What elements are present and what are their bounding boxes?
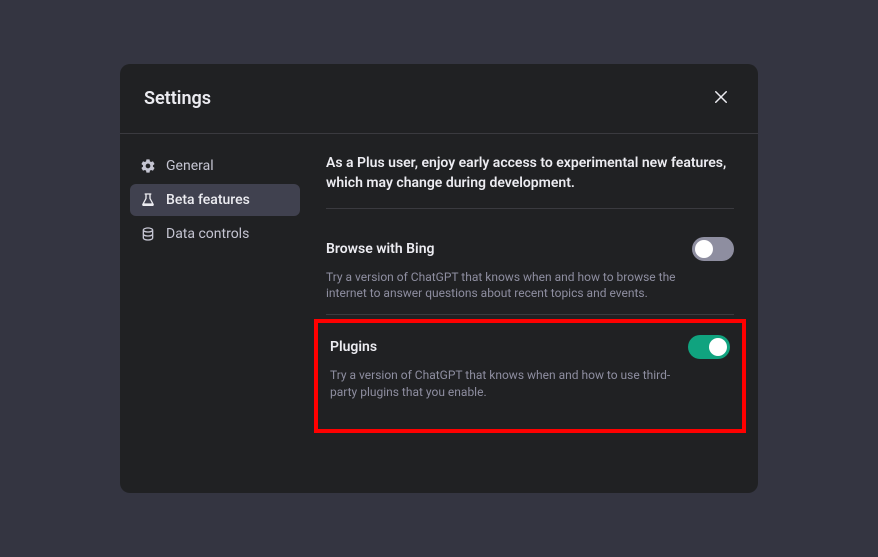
- close-button[interactable]: [708, 84, 734, 113]
- sidebar-item-label: Data controls: [166, 226, 249, 242]
- settings-content: As a Plus user, enjoy early access to ex…: [310, 134, 758, 492]
- sidebar-item-general[interactable]: General: [130, 150, 300, 182]
- feature-plugins: Plugins Try a version of ChatGPT that kn…: [330, 331, 730, 401]
- feature-description: Try a version of ChatGPT that knows when…: [330, 367, 690, 401]
- toggle-thumb: [695, 240, 713, 258]
- sidebar-item-beta-features[interactable]: Beta features: [130, 184, 300, 216]
- modal-header: Settings: [120, 64, 758, 134]
- sidebar-item-label: Beta features: [166, 192, 250, 208]
- database-icon: [140, 226, 156, 242]
- plugins-toggle[interactable]: [688, 335, 730, 359]
- feature-header: Browse with Bing: [326, 237, 734, 261]
- feature-separator: [326, 314, 734, 315]
- beaker-icon: [140, 192, 156, 208]
- modal-title: Settings: [144, 88, 211, 109]
- modal-body: General Beta features Data controls As a…: [120, 134, 758, 492]
- highlight-annotation: Plugins Try a version of ChatGPT that kn…: [314, 319, 746, 433]
- feature-header: Plugins: [330, 335, 730, 359]
- feature-description: Try a version of ChatGPT that knows when…: [326, 269, 686, 303]
- toggle-thumb: [709, 338, 727, 356]
- feature-browse-with-bing: Browse with Bing Try a version of ChatGP…: [326, 225, 734, 315]
- feature-title: Plugins: [330, 339, 377, 355]
- intro-text: As a Plus user, enjoy early access to ex…: [326, 154, 734, 208]
- close-icon: [712, 88, 730, 109]
- feature-title: Browse with Bing: [326, 241, 434, 257]
- sidebar-item-label: General: [166, 158, 214, 174]
- settings-sidebar: General Beta features Data controls: [120, 134, 310, 492]
- browse-with-bing-toggle[interactable]: [692, 237, 734, 261]
- sidebar-item-data-controls[interactable]: Data controls: [130, 218, 300, 250]
- settings-modal: Settings General Beta features: [120, 64, 758, 492]
- gear-icon: [140, 158, 156, 174]
